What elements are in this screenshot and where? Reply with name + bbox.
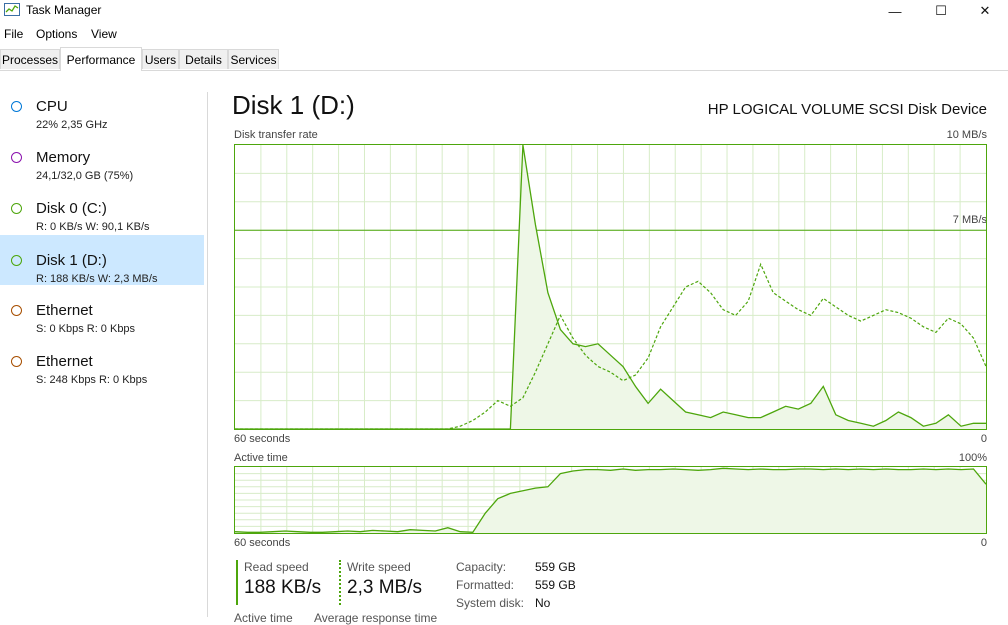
ethernet-indicator-icon: [11, 305, 22, 316]
active-max-label: 100%: [958, 452, 987, 464]
sidebar-item-subtitle: S: 248 Kbps R: 0 Kbps: [36, 374, 148, 386]
sidebar-item-subtitle: R: 0 KB/s W: 90,1 KB/s: [36, 221, 150, 233]
sidebar-item-title: Ethernet: [36, 353, 93, 370]
active-time-area: [235, 468, 986, 533]
tab-processes[interactable]: Processes: [0, 49, 60, 69]
disk-indicator-icon: [11, 203, 22, 214]
formatted-label: Formatted:: [456, 578, 515, 592]
tab-bar: Processes Performance Users Details Serv…: [0, 47, 1008, 71]
sidebar-item-subtitle: S: 0 Kbps R: 0 Kbps: [36, 323, 136, 335]
tab-details[interactable]: Details: [179, 49, 228, 69]
device-name: HP LOGICAL VOLUME SCSI Disk Device: [707, 101, 987, 118]
read-speed-value: 188 KB/s: [244, 577, 322, 598]
sidebar-item-subtitle: 24,1/32,0 GB (75%): [36, 170, 134, 182]
ethernet-indicator-icon: [11, 356, 22, 367]
sidebar-item-ethernet-2[interactable]: Ethernet S: 248 Kbps R: 0 Kbps: [0, 336, 204, 386]
read-speed-label: Read speed: [244, 560, 309, 574]
cpu-indicator-icon: [11, 101, 22, 112]
sidebar-item-ethernet-1[interactable]: Ethernet S: 0 Kbps R: 0 Kbps: [0, 285, 204, 335]
active-graph-label: Active time: [234, 452, 288, 464]
sidebar-divider: [207, 92, 208, 617]
sidebar-item-cpu[interactable]: CPU 22% 2,35 GHz: [0, 81, 204, 131]
transfer-zero-label: 0: [980, 433, 987, 445]
active-time-chart: [235, 467, 986, 533]
avg-response-stat-label: Average response time: [314, 611, 438, 625]
tab-performance[interactable]: Performance: [60, 47, 142, 71]
maximize-icon: ☐: [935, 3, 947, 18]
sidebar-item-disk1[interactable]: Disk 1 (D:) R: 188 KB/s W: 2,3 MB/s: [0, 235, 204, 285]
formatted-value: 559 GB: [535, 578, 576, 592]
tab-services[interactable]: Services: [228, 49, 279, 69]
transfer-rate-graph: [234, 144, 987, 430]
sidebar-item-disk0[interactable]: Disk 0 (C:) R: 0 KB/s W: 90,1 KB/s: [0, 183, 204, 233]
resource-sidebar: CPU 22% 2,35 GHz Memory 24,1/32,0 GB (75…: [0, 72, 205, 617]
menu-options[interactable]: Options: [36, 27, 77, 41]
system-disk-value: No: [535, 596, 551, 610]
sidebar-item-title: Memory: [36, 149, 91, 166]
menu-view[interactable]: View: [91, 27, 117, 41]
active-time-graph: [234, 466, 987, 534]
transfer-time-label: 60 seconds: [234, 433, 291, 445]
sidebar-item-title: CPU: [36, 98, 68, 115]
sidebar-item-title: Ethernet: [36, 302, 93, 319]
window-title: Task Manager: [26, 3, 102, 17]
maximize-button[interactable]: ☐: [918, 0, 964, 22]
sidebar-item-title: Disk 0 (C:): [36, 200, 107, 217]
transfer-rate-chart: [235, 145, 986, 429]
write-speed-value: 2,3 MB/s: [347, 577, 422, 598]
sidebar-item-subtitle: R: 188 KB/s W: 2,3 MB/s: [36, 273, 158, 285]
disk-indicator-icon: [11, 255, 22, 266]
menu-bar: File Options View: [0, 25, 1008, 45]
close-icon: ✕: [979, 3, 991, 18]
title-bar: Task Manager — ☐ ✕: [0, 0, 1008, 22]
transfer-max-label: 10 MB/s: [946, 129, 987, 141]
write-speed-label: Write speed: [347, 560, 411, 574]
page-title: Disk 1 (D:): [232, 90, 355, 120]
read-speed-stat: Read speed 188 KB/s: [236, 560, 338, 605]
transfer-graph-label: Disk transfer rate: [234, 129, 318, 141]
sidebar-item-memory[interactable]: Memory 24,1/32,0 GB (75%): [0, 132, 204, 182]
menu-file[interactable]: File: [4, 27, 23, 41]
sidebar-item-title: Disk 1 (D:): [36, 252, 107, 269]
minimize-icon: —: [888, 3, 902, 19]
capacity-value: 559 GB: [535, 560, 576, 574]
active-time-label: 60 seconds: [234, 537, 291, 549]
tab-users[interactable]: Users: [142, 49, 179, 69]
system-disk-label: System disk:: [456, 596, 525, 610]
memory-indicator-icon: [11, 152, 22, 163]
task-manager-icon: [4, 3, 20, 16]
close-button[interactable]: ✕: [962, 0, 1008, 22]
active-zero-label: 0: [980, 537, 987, 549]
minimize-button[interactable]: —: [872, 0, 918, 22]
write-speed-stat: Write speed 2,3 MB/s: [339, 560, 441, 605]
capacity-label: Capacity:: [456, 560, 507, 574]
sidebar-item-subtitle: 22% 2,35 GHz: [36, 119, 108, 131]
active-time-stat-label: Active time: [234, 611, 293, 625]
